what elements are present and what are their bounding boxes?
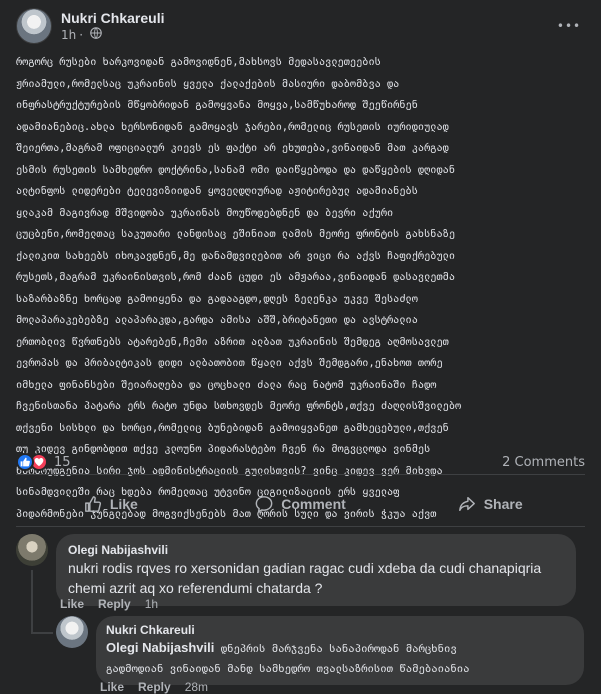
comment-reply-link[interactable]: Reply <box>98 597 131 611</box>
divider <box>16 526 585 527</box>
comment-author[interactable]: Olegi Nabijashvili <box>68 542 564 558</box>
post-line: ჟრიამული,რომელსაც უკრაინის ყველა ქალაქებ… <box>16 78 400 90</box>
post-line: ალტინფოს ლიდერები ტელევიზიიდან ყოველდღიუ… <box>16 186 418 197</box>
reply-author[interactable]: Nukri Chkareuli <box>106 622 574 638</box>
post-header: Nukri Chkareuli 1h · ••• <box>16 6 585 46</box>
reply-actions: Like Reply 28m <box>100 680 208 694</box>
post-line: შეიერთა,მაგრამ ოფიციალურ კიევს ეს ფაქტი … <box>16 143 449 154</box>
like-button[interactable]: Like <box>16 486 206 522</box>
comment-time[interactable]: 1h <box>145 597 158 611</box>
reply-bubble: Nukri Chkareuli Olegi Nabijashvili დნეპრ… <box>96 616 584 685</box>
post-line: ჩვენისთანა პატარა ერს რატო უნდა სთხოვდეს… <box>16 401 462 412</box>
reply-reply-link[interactable]: Reply <box>138 680 171 694</box>
like-reaction-icon <box>16 453 34 471</box>
thread-line-branch <box>31 632 53 634</box>
post-line: ერთობლივ წვრთნებს ატარებენ,ჩემი აზრით ალ… <box>16 336 449 348</box>
comment: Olegi Nabijashvili nukri rodis rqves ro … <box>16 534 586 606</box>
reply-author-avatar[interactable] <box>56 616 88 648</box>
commenter-avatar[interactable] <box>16 534 48 566</box>
divider <box>16 474 585 475</box>
post-line: საზარბაზნე ხორცად გამოიყენა და გადააგდო,… <box>16 293 418 305</box>
reactions-bar: 15 2 Comments <box>16 452 585 472</box>
more-options-button[interactable]: ••• <box>553 10 585 42</box>
reaction-count[interactable]: 15 <box>54 455 71 470</box>
post-author-name[interactable]: Nukri Chkareuli <box>61 9 164 27</box>
globe-icon <box>90 27 102 43</box>
post-actions: Like Comment Share <box>16 486 585 522</box>
comment-button-label: Comment <box>281 496 346 512</box>
post-header-text: Nukri Chkareuli 1h · <box>61 9 164 43</box>
comments-count[interactable]: 2 Comments <box>502 455 585 470</box>
reply-comment: Nukri Chkareuli Olegi Nabijashvili დნეპრ… <box>56 616 586 685</box>
reply-text-line: დნეპრის მარჯვენა სანაპიროდან მარცხნივ <box>214 643 457 655</box>
comment-like-link[interactable]: Like <box>60 597 84 611</box>
like-button-label: Like <box>109 496 138 512</box>
post-meta: 1h · <box>61 27 164 43</box>
reply-mention[interactable]: Olegi Nabijashvili <box>106 640 214 655</box>
author-avatar[interactable] <box>16 8 52 44</box>
post-line: ქალიკით სახეებს იხოკავდნენ,მე დანამდვილე… <box>16 250 456 262</box>
post-line: იმხელა ფინანსები შეიარაღება და ცოცხალი ძ… <box>16 379 437 391</box>
post-time[interactable]: 1h <box>61 27 76 43</box>
reply-time[interactable]: 28m <box>185 680 208 694</box>
comment-text: nukri rodis rqves ro xersonidan gadian r… <box>68 560 542 596</box>
post-line: ინფრასტრუქტურების მწყობრიდან გამოყვანა მ… <box>16 100 418 111</box>
post-line: ცუცბენი,რომელთაც საკუთარი ლანდისაც ეშინი… <box>16 229 456 240</box>
reaction-icons[interactable] <box>16 453 48 471</box>
share-button[interactable]: Share <box>395 486 585 522</box>
post-line: რუსეთს,მაგრამ უკრაინისთვის,რომ ძაან ცუდი… <box>16 272 456 283</box>
post-line: ყლაკამ მაგივრად მშვიდობა უკრაინას მოუწოდ… <box>16 207 394 219</box>
comment-button[interactable]: Comment <box>206 486 396 522</box>
post-line: მოლაპარაკებებზე ალაპარაკდა,გარდა ამისა ა… <box>16 315 418 326</box>
thread-line <box>31 570 33 634</box>
comment-icon <box>255 496 273 513</box>
reply-text: Olegi Nabijashvili დნეპრის მარჯვენა სანა… <box>106 638 574 679</box>
post-line: ევროპას და პრიბალტიკას დიდი ალბათობით წყ… <box>16 358 443 369</box>
post-line: თქვენი სისხლი და ხორცი,რომელიც ბუნებიდან… <box>16 422 449 434</box>
comment-bubble: Olegi Nabijashvili nukri rodis rqves ro … <box>56 534 576 606</box>
share-button-label: Share <box>483 496 523 512</box>
meta-separator: · <box>79 28 84 42</box>
reply-text-line: გადმოდიან ვინაიდან მანდ სამხედრო თვალსაზ… <box>106 663 470 675</box>
more-icon: ••• <box>556 19 582 33</box>
post-line: ესმის რუსეთის სამხედრო დოქტრინა,სანამ ომ… <box>16 164 456 176</box>
post-line: ადამიანებიც.ახლა ხერსონიდან გამოყავს ჯარ… <box>16 121 449 133</box>
thumbs-up-icon <box>84 496 101 512</box>
comment-actions: Like Reply 1h <box>60 597 158 611</box>
reply-like-link[interactable]: Like <box>100 680 124 694</box>
share-icon <box>458 496 475 512</box>
post-line: როგორც რუსები ხარკოვიდან გამოვიდნენ,მახს… <box>16 57 381 68</box>
